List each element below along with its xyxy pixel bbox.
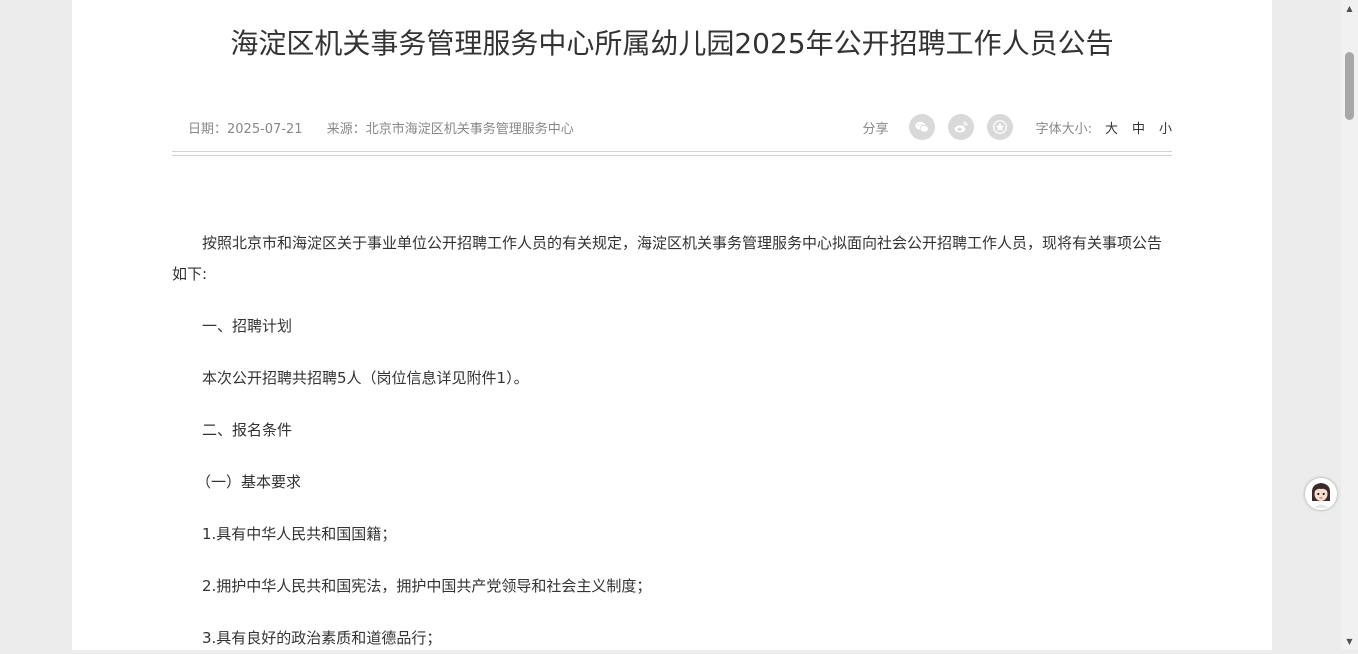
date-label: 日期：: [188, 122, 228, 137]
body-paragraph: 本次公开招聘共招聘5人（岗位信息详见附件1）。: [202, 369, 529, 387]
article-source: 来源：北京市海淀区机关事务管理服务中心: [327, 122, 574, 137]
favorite-star-icon: [992, 120, 1007, 134]
source-value: 北京市海淀区机关事务管理服务中心: [365, 122, 574, 137]
publish-date: 日期：2025-07-21: [188, 122, 303, 137]
article-meta-bar: 日期：2025-07-21 来源：北京市海淀区机关事务管理服务中心 分享 字体大…: [172, 110, 1172, 144]
source-label: 来源：: [326, 122, 366, 137]
scroll-up-arrow-icon[interactable]: ▲: [1341, 0, 1358, 17]
date-value: 2025-07-21: [227, 122, 303, 137]
font-size-large-option[interactable]: 大: [1105, 118, 1118, 137]
section-heading: 二、报名条件: [202, 421, 293, 439]
article-body: 按照北京市和海淀区关于事业单位公开招聘工作人员的有关规定，海淀区机关事务管理服务…: [172, 228, 1172, 654]
share-weibo-button[interactable]: [947, 114, 974, 140]
scrollbar-thumb[interactable]: [1345, 52, 1354, 120]
share-label: 分享: [862, 121, 889, 137]
wechat-icon: [914, 121, 929, 133]
assistant-avatar-button[interactable]: [1305, 478, 1337, 510]
favorite-button[interactable]: [986, 114, 1013, 140]
article-title: 海淀区机关事务管理服务中心所属幼儿园2025年公开招聘工作人员公告: [230, 27, 1114, 60]
section-heading: 一、招聘计划: [202, 317, 293, 335]
font-size-small-option[interactable]: 小: [1159, 118, 1172, 137]
share-wechat-button[interactable]: [908, 114, 935, 140]
meta-divider: [172, 151, 1172, 156]
article-tools: 分享 字体大小: 大 中 小: [863, 110, 1172, 144]
scroll-down-arrow-icon[interactable]: ▼: [1341, 633, 1358, 650]
vertical-scrollbar[interactable]: ▲ ▼: [1341, 0, 1358, 650]
font-size-medium-option[interactable]: 中: [1132, 118, 1145, 137]
list-item: 3.具有良好的政治素质和道德品行；: [202, 629, 442, 647]
article-page: 海淀区机关事务管理服务中心所属幼儿园2025年公开招聘工作人员公告 日期：202…: [72, 0, 1272, 650]
article-meta-info: 日期：2025-07-21 来源：北京市海淀区机关事务管理服务中心: [188, 118, 594, 137]
subsection-heading: （一）基本要求: [196, 473, 302, 491]
list-item: 1.具有中华人民共和国国籍；: [202, 525, 397, 543]
list-item: 2.拥护中华人民共和国宪法，拥护中国共产党领导和社会主义制度；: [202, 577, 652, 595]
weibo-icon: [954, 121, 968, 133]
avatar-icon: [1305, 478, 1337, 510]
font-size-label: 字体大小:: [1035, 121, 1092, 137]
body-paragraph: 按照北京市和海淀区关于事业单位公开招聘工作人员的有关规定，海淀区机关事务管理服务…: [172, 234, 1163, 283]
